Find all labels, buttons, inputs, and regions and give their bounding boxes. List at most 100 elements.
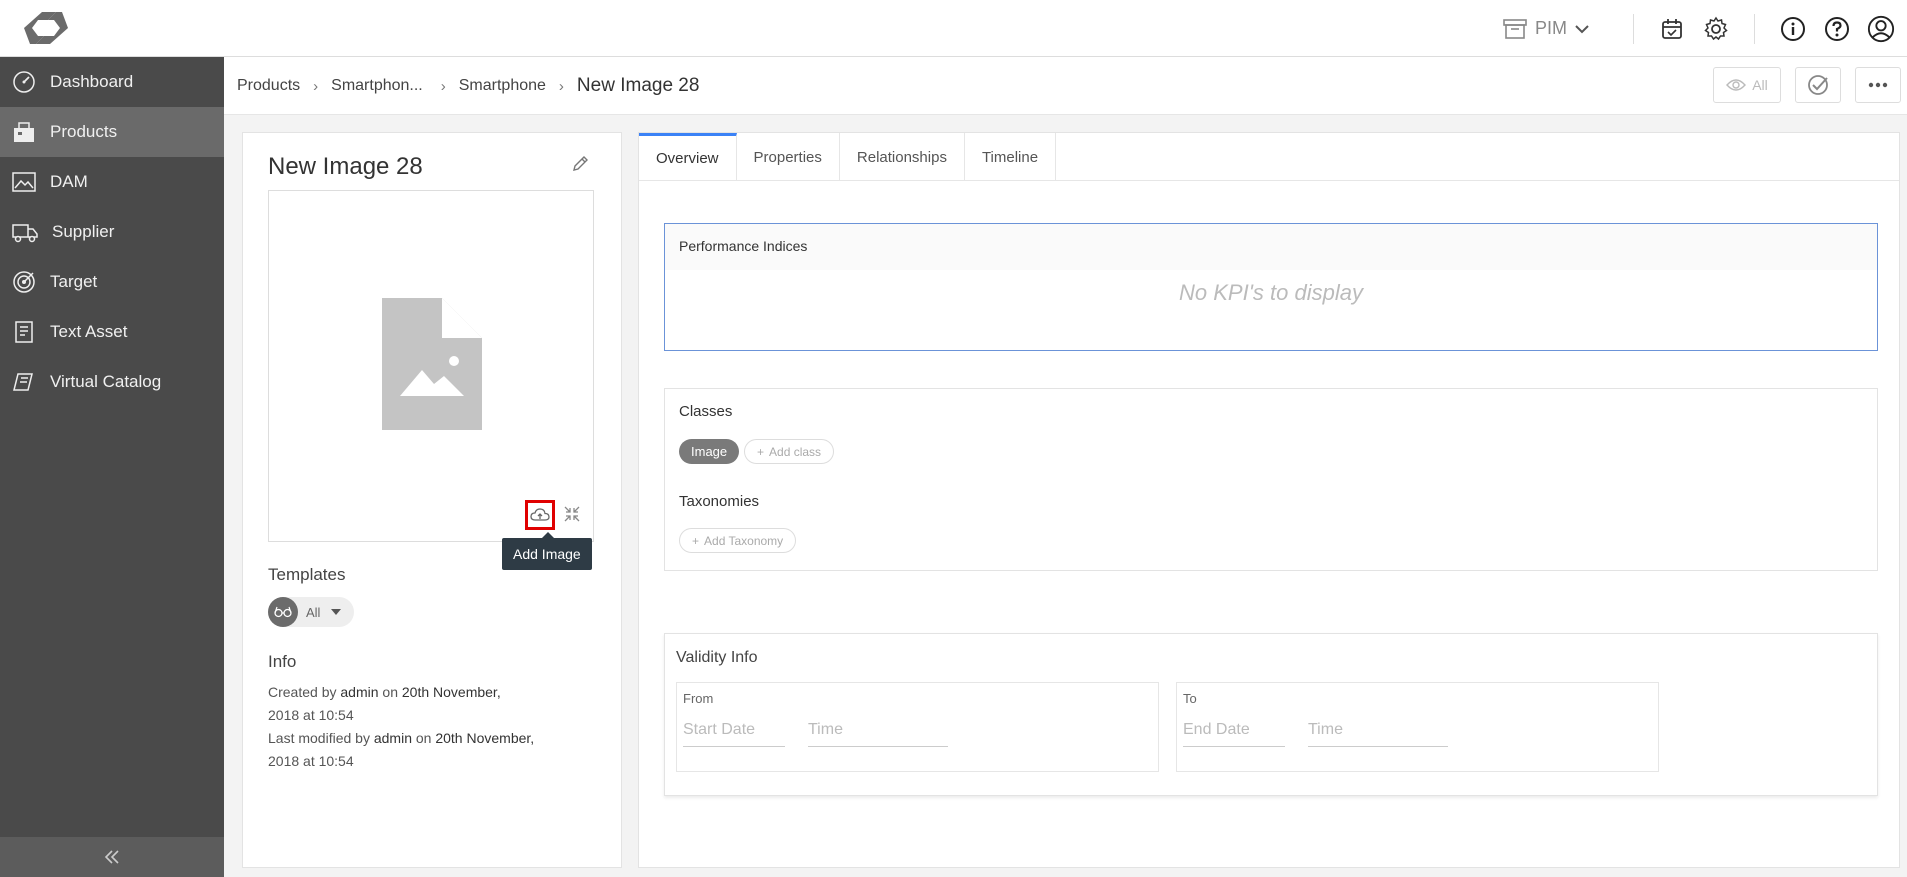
collapse-arrows-icon[interactable] — [563, 505, 581, 528]
sidebar-item-target[interactable]: Target — [0, 257, 224, 307]
tab-overview[interactable]: Overview — [639, 133, 737, 181]
sidebar: Dashboard Products DAM Supplier Target T… — [0, 57, 224, 877]
top-bar: PIM — [0, 0, 1907, 57]
sidebar-item-label: Target — [50, 272, 98, 291]
sidebar-item-virtual-catalog[interactable]: Virtual Catalog — [0, 357, 224, 407]
entity-detail-panel: Overview Properties Relationships Timeli… — [638, 132, 1900, 868]
modified-prefix: Last modified by — [268, 730, 370, 746]
modified-date-rest: 2018 at 10:54 — [268, 753, 354, 769]
caret-down-icon — [331, 609, 342, 615]
eye-icon — [1726, 79, 1747, 91]
end-date-input[interactable]: End Date — [1183, 721, 1285, 747]
breadcrumb-item-products[interactable]: Products — [237, 77, 300, 95]
plus-icon: + — [692, 533, 700, 548]
validity-info-card: Validity Info From Start Date Time To En… — [664, 633, 1878, 796]
to-label: To — [1183, 691, 1197, 706]
template-value: All — [306, 604, 321, 620]
more-actions-button[interactable] — [1855, 67, 1901, 103]
sidebar-item-dashboard[interactable]: Dashboard — [0, 57, 224, 107]
chevron-down-icon — [1575, 24, 1589, 33]
template-selector[interactable]: All — [268, 597, 355, 627]
info-text: Created by admin on 20th November, 2018 … — [268, 681, 568, 773]
user-avatar-icon[interactable] — [1867, 15, 1895, 43]
gear-icon[interactable] — [1702, 15, 1730, 43]
start-date-input[interactable]: Start Date — [683, 721, 785, 747]
tab-timeline[interactable]: Timeline — [965, 133, 1057, 181]
validity-to-group: To End Date Time — [1176, 682, 1659, 772]
add-image-tooltip: Add Image — [502, 532, 592, 570]
truck-icon — [12, 224, 38, 243]
sidebar-item-dam[interactable]: DAM — [0, 157, 224, 207]
image-icon — [12, 172, 36, 192]
add-class-label: Add class — [769, 444, 822, 459]
created-by: admin — [340, 684, 379, 700]
breadcrumb-bar: Products › Smartphon... › Smartphone › N… — [224, 57, 1907, 115]
templates-label: Templates — [268, 565, 346, 584]
classes-card: Classes Image + Add class Taxonomies + A… — [664, 388, 1878, 571]
app-logo-icon[interactable] — [22, 8, 70, 48]
products-icon — [14, 122, 34, 142]
created-on: on — [382, 684, 398, 700]
chevron-right-icon: › — [558, 77, 564, 95]
modified-date: 20th November, — [435, 730, 535, 746]
start-time-input[interactable]: Time — [808, 721, 948, 747]
created-date: 20th November, — [401, 684, 501, 700]
tab-relationships[interactable]: Relationships — [840, 133, 965, 181]
chevron-right-icon: › — [440, 77, 446, 95]
sidebar-item-products[interactable]: Products — [0, 107, 224, 157]
archive-icon — [1503, 18, 1527, 39]
sidebar-item-label: Dashboard — [50, 72, 134, 91]
pencil-icon[interactable] — [571, 155, 589, 178]
add-image-button[interactable] — [525, 500, 555, 530]
from-label: From — [683, 691, 714, 706]
sidebar-collapse-button[interactable] — [0, 837, 224, 877]
tab-bar: Overview Properties Relationships Timeli… — [639, 133, 1899, 181]
add-taxonomy-button[interactable]: + Add Taxonomy — [679, 528, 797, 553]
modified-on: on — [415, 730, 432, 746]
breadcrumb-item-smartphone-parent[interactable]: Smartphon... — [331, 77, 423, 95]
performance-title: Performance Indices — [665, 224, 1877, 270]
calendar-icon[interactable] — [1658, 15, 1686, 43]
class-chip-image[interactable]: Image — [679, 439, 740, 464]
sidebar-item-supplier[interactable]: Supplier — [0, 207, 224, 257]
dashboard-icon — [13, 71, 35, 93]
entity-summary-panel: New Image 28 Add Image Templates All Inf… — [242, 132, 622, 868]
info-label: Info — [268, 652, 297, 671]
check-circle-icon — [1808, 75, 1828, 95]
view-filter-label: All — [1752, 77, 1768, 93]
help-icon[interactable] — [1823, 15, 1851, 43]
classes-title: Classes — [679, 403, 733, 420]
module-switcher[interactable]: PIM — [1503, 18, 1597, 40]
sidebar-item-label: DAM — [50, 172, 88, 191]
plus-icon: + — [757, 444, 765, 459]
tab-properties[interactable]: Properties — [737, 133, 840, 181]
catalog-icon — [13, 373, 33, 391]
cloud-upload-icon — [530, 508, 550, 521]
breadcrumb-current: New Image 28 — [576, 75, 700, 96]
image-preview — [268, 190, 594, 542]
add-taxonomy-label: Add Taxonomy — [704, 533, 784, 548]
image-placeholder-icon — [382, 298, 482, 435]
breadcrumb-item-smartphone[interactable]: Smartphone — [459, 77, 546, 95]
performance-indices-card: Performance Indices No KPI's to display — [664, 223, 1878, 351]
sidebar-item-label: Products — [50, 122, 118, 141]
validity-title: Validity Info — [676, 649, 758, 666]
document-icon — [15, 321, 33, 343]
glasses-icon — [268, 597, 298, 627]
info-icon[interactable] — [1779, 15, 1807, 43]
double-chevron-left-icon — [104, 850, 119, 864]
sidebar-item-label: Supplier — [52, 222, 115, 241]
sidebar-item-label: Text Asset — [50, 322, 128, 341]
sidebar-item-label: Virtual Catalog — [50, 372, 162, 391]
target-icon — [13, 271, 35, 293]
no-kpi-message: No KPI's to display — [1179, 280, 1363, 305]
approve-button[interactable] — [1795, 67, 1841, 103]
sidebar-item-text-asset[interactable]: Text Asset — [0, 307, 224, 357]
module-label: PIM — [1534, 18, 1567, 38]
chevron-right-icon: › — [313, 77, 319, 95]
modified-by: admin — [373, 730, 412, 746]
end-time-input[interactable]: Time — [1308, 721, 1448, 747]
view-filter-button[interactable]: All — [1713, 67, 1781, 103]
divider — [1633, 13, 1634, 44]
add-class-button[interactable]: + Add class — [744, 439, 835, 464]
